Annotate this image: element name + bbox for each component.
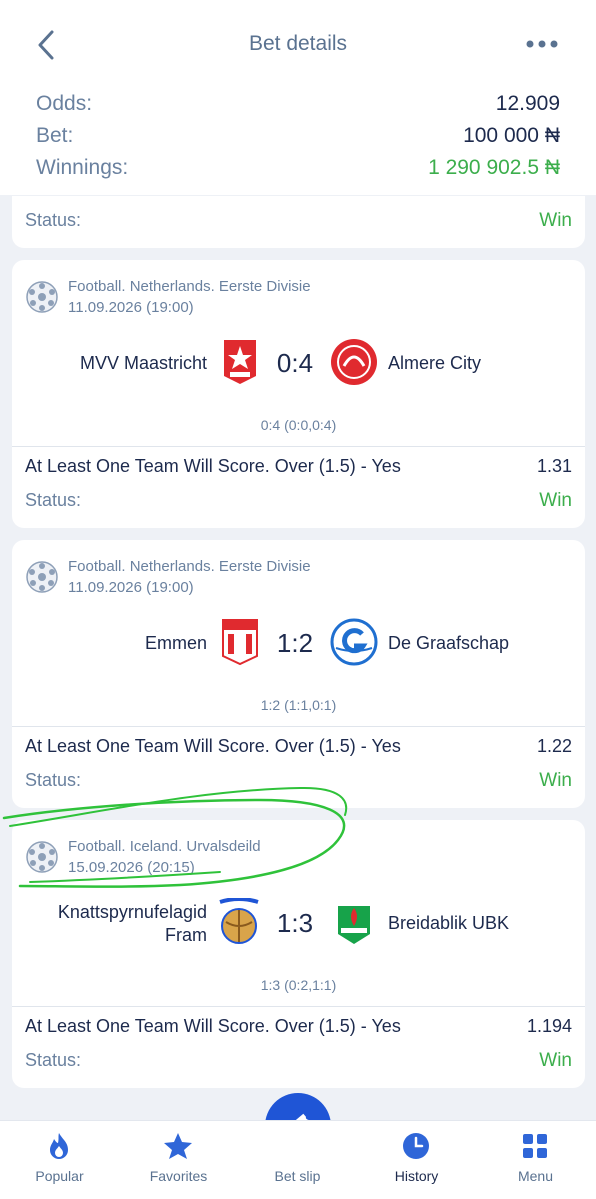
more-options-icon[interactable] — [524, 32, 560, 56]
almere-city-logo-icon — [331, 339, 377, 385]
status-label: Status: — [25, 1050, 82, 1070]
score-detail: 1:2 (1:1,0:1) — [260, 697, 337, 713]
bet-label: Bet: — [36, 124, 74, 147]
event-status-row: Status: Win — [25, 1050, 572, 1072]
header: Bet details Odds: 12.909 Bet: 100 000 ₦ … — [0, 0, 596, 195]
odds-label: Odds: — [36, 92, 93, 115]
status-label: Status: — [25, 210, 82, 230]
page-title: Bet details — [248, 32, 348, 55]
market-name: At Least One Team Will Score. Over (1.5)… — [25, 456, 401, 476]
market-row: At Least One Team Will Score. Over (1.5)… — [25, 1016, 572, 1037]
league-info: Football. Netherlands. Eerste Divisie 11… — [68, 556, 311, 598]
bottom-nav: Popular Favorites Bet slip History Menu — [0, 1120, 596, 1199]
home-team: Emmen — [144, 633, 207, 653]
market-row: At Least One Team Will Score. Over (1.5)… — [25, 456, 572, 477]
status-value: Win — [539, 490, 572, 511]
home-team: Knattspyrnufelagid Fram — [58, 901, 207, 947]
event-datetime: 11.09.2026 (19:00) — [68, 579, 194, 596]
event-card[interactable]: Football. Netherlands. Eerste Divisie 11… — [12, 260, 585, 528]
nav-label: Popular — [35, 1168, 84, 1184]
event-card[interactable]: Football. Netherlands. Eerste Divisie 11… — [12, 540, 585, 808]
status-value: Win — [539, 1050, 572, 1071]
home-team: MVV Maastricht — [79, 353, 207, 373]
football-icon — [26, 281, 58, 313]
nav-label: History — [394, 1168, 439, 1184]
clock-icon — [403, 1133, 429, 1159]
overall-status-row: Status: Win — [25, 210, 572, 232]
league-name: Football. Iceland. Urvalsdeild — [68, 838, 261, 855]
score-detail: 0:4 (0:0,0:4) — [260, 417, 337, 433]
home-team-line1: Knattspyrnufelagid — [57, 902, 207, 922]
nav-label: Menu — [517, 1168, 554, 1184]
score: 0:4 — [276, 348, 314, 378]
flame-icon — [50, 1133, 68, 1159]
divider — [12, 446, 585, 447]
home-team-line2: Fram — [165, 925, 207, 945]
bet-row: Bet: 100 000 ₦ — [36, 124, 560, 148]
odds-row: Odds: 12.909 — [36, 92, 560, 116]
league-info: Football. Iceland. Urvalsdeild 15.09.202… — [68, 836, 261, 878]
grid-icon — [523, 1134, 547, 1158]
market-odds: 1.22 — [536, 736, 572, 756]
teams-row: Emmen 1:2 De Graafschap — [12, 616, 585, 674]
away-team: Almere City — [388, 353, 482, 373]
bet-value: 100 000 ₦ — [463, 124, 560, 147]
odds-value: 12.909 — [495, 92, 560, 115]
overall-status-card: Status: Win — [12, 196, 585, 248]
status-label: Status: — [25, 490, 82, 510]
away-team: De Graafschap — [388, 633, 510, 653]
league-name: Football. Netherlands. Eerste Divisie — [68, 558, 311, 575]
fram-logo-icon — [219, 898, 259, 944]
score: 1:2 — [276, 628, 314, 658]
winnings-label: Winnings: — [36, 156, 129, 179]
status-label: Status: — [25, 770, 82, 790]
event-status-row: Status: Win — [25, 770, 572, 792]
score-detail: 1:3 (0:2,1:1) — [260, 977, 337, 993]
nav-label: Favorites — [149, 1168, 208, 1184]
market-name: At Least One Team Will Score. Over (1.5)… — [25, 736, 401, 756]
star-icon — [164, 1133, 192, 1159]
event-card[interactable]: Football. Iceland. Urvalsdeild 15.09.202… — [12, 820, 585, 1088]
event-datetime: 11.09.2026 (19:00) — [68, 299, 194, 316]
breidablik-logo-icon — [338, 906, 370, 944]
mvv-logo-icon — [224, 340, 256, 384]
status-value: Win — [539, 210, 572, 231]
market-row: At Least One Team Will Score. Over (1.5)… — [25, 736, 572, 757]
event-status-row: Status: Win — [25, 490, 572, 512]
teams-row: Knattspyrnufelagid Fram 1:3 Breidablik U… — [12, 896, 585, 954]
football-icon — [26, 561, 58, 593]
de-graafschap-logo-icon — [330, 618, 378, 666]
market-odds: 1.31 — [536, 456, 572, 476]
winnings-value: 1 290 902.5 ₦ — [428, 156, 560, 179]
football-icon — [26, 841, 58, 873]
fc-emmen-logo-icon — [222, 619, 258, 666]
market-odds: 1.194 — [526, 1016, 572, 1036]
score: 1:3 — [276, 908, 314, 938]
league-info: Football. Netherlands. Eerste Divisie 11… — [68, 276, 311, 318]
event-datetime: 15.09.2026 (20:15) — [68, 859, 195, 876]
status-value: Win — [539, 770, 572, 791]
winnings-row: Winnings: 1 290 902.5 ₦ — [36, 156, 560, 180]
divider — [12, 1006, 585, 1007]
market-name: At Least One Team Will Score. Over (1.5)… — [25, 1016, 401, 1036]
teams-row: MVV Maastricht 0:4 Almere City — [12, 336, 585, 394]
divider — [12, 726, 585, 727]
nav-label: Bet slip — [274, 1168, 321, 1184]
league-name: Football. Netherlands. Eerste Divisie — [68, 278, 311, 295]
away-team: Breidablik UBK — [388, 913, 510, 933]
